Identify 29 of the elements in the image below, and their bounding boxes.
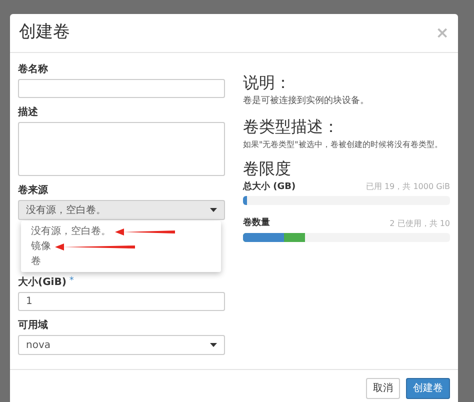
quota-label: 卷数量: [243, 217, 270, 230]
input-field[interactable]: [18, 79, 225, 98]
section-heading: 卷类型描述：: [243, 116, 340, 136]
section-heading: 说明：: [243, 73, 292, 93]
description-text: 如果"无卷类型"被选中，卷被创建的时候将没有卷类型。: [243, 138, 444, 150]
section-heading: 卷限度: [243, 158, 292, 178]
textarea-field[interactable]: [18, 122, 225, 176]
field-label: 大小(GiB): [18, 276, 66, 290]
quota-reading: 已用 19，共 1000 GiB: [366, 181, 450, 194]
quota-reading: 2 已使用，共 10: [390, 218, 450, 230]
caret-icon: [210, 343, 217, 347]
field-label: 卷来源: [18, 184, 49, 198]
quota-label: 总大小 (GB): [243, 180, 296, 194]
select-field[interactable]: 没有源，空白卷。: [18, 200, 225, 220]
dropdown-option[interactable]: 卷: [31, 254, 41, 268]
required-mark: *: [69, 276, 74, 286]
field-label: 卷名称: [18, 63, 49, 77]
input-field[interactable]: 1: [18, 292, 225, 311]
cancel-button[interactable]: 取消: [366, 378, 400, 399]
arrow-drawing: [115, 228, 175, 236]
create-button[interactable]: 创建卷: [406, 378, 450, 399]
field-label: 可用域: [18, 319, 49, 333]
description-text: 卷是可被连接到实例的块设备。: [243, 95, 370, 108]
caret-icon: [210, 208, 217, 212]
field-label: 描述: [18, 106, 39, 120]
dropdown-option[interactable]: 镜像: [31, 240, 51, 254]
select-field[interactable]: nova: [18, 335, 225, 355]
dropdown-option[interactable]: 没有源，空白卷。: [31, 224, 111, 238]
dialog-title: 创建卷: [19, 21, 70, 44]
